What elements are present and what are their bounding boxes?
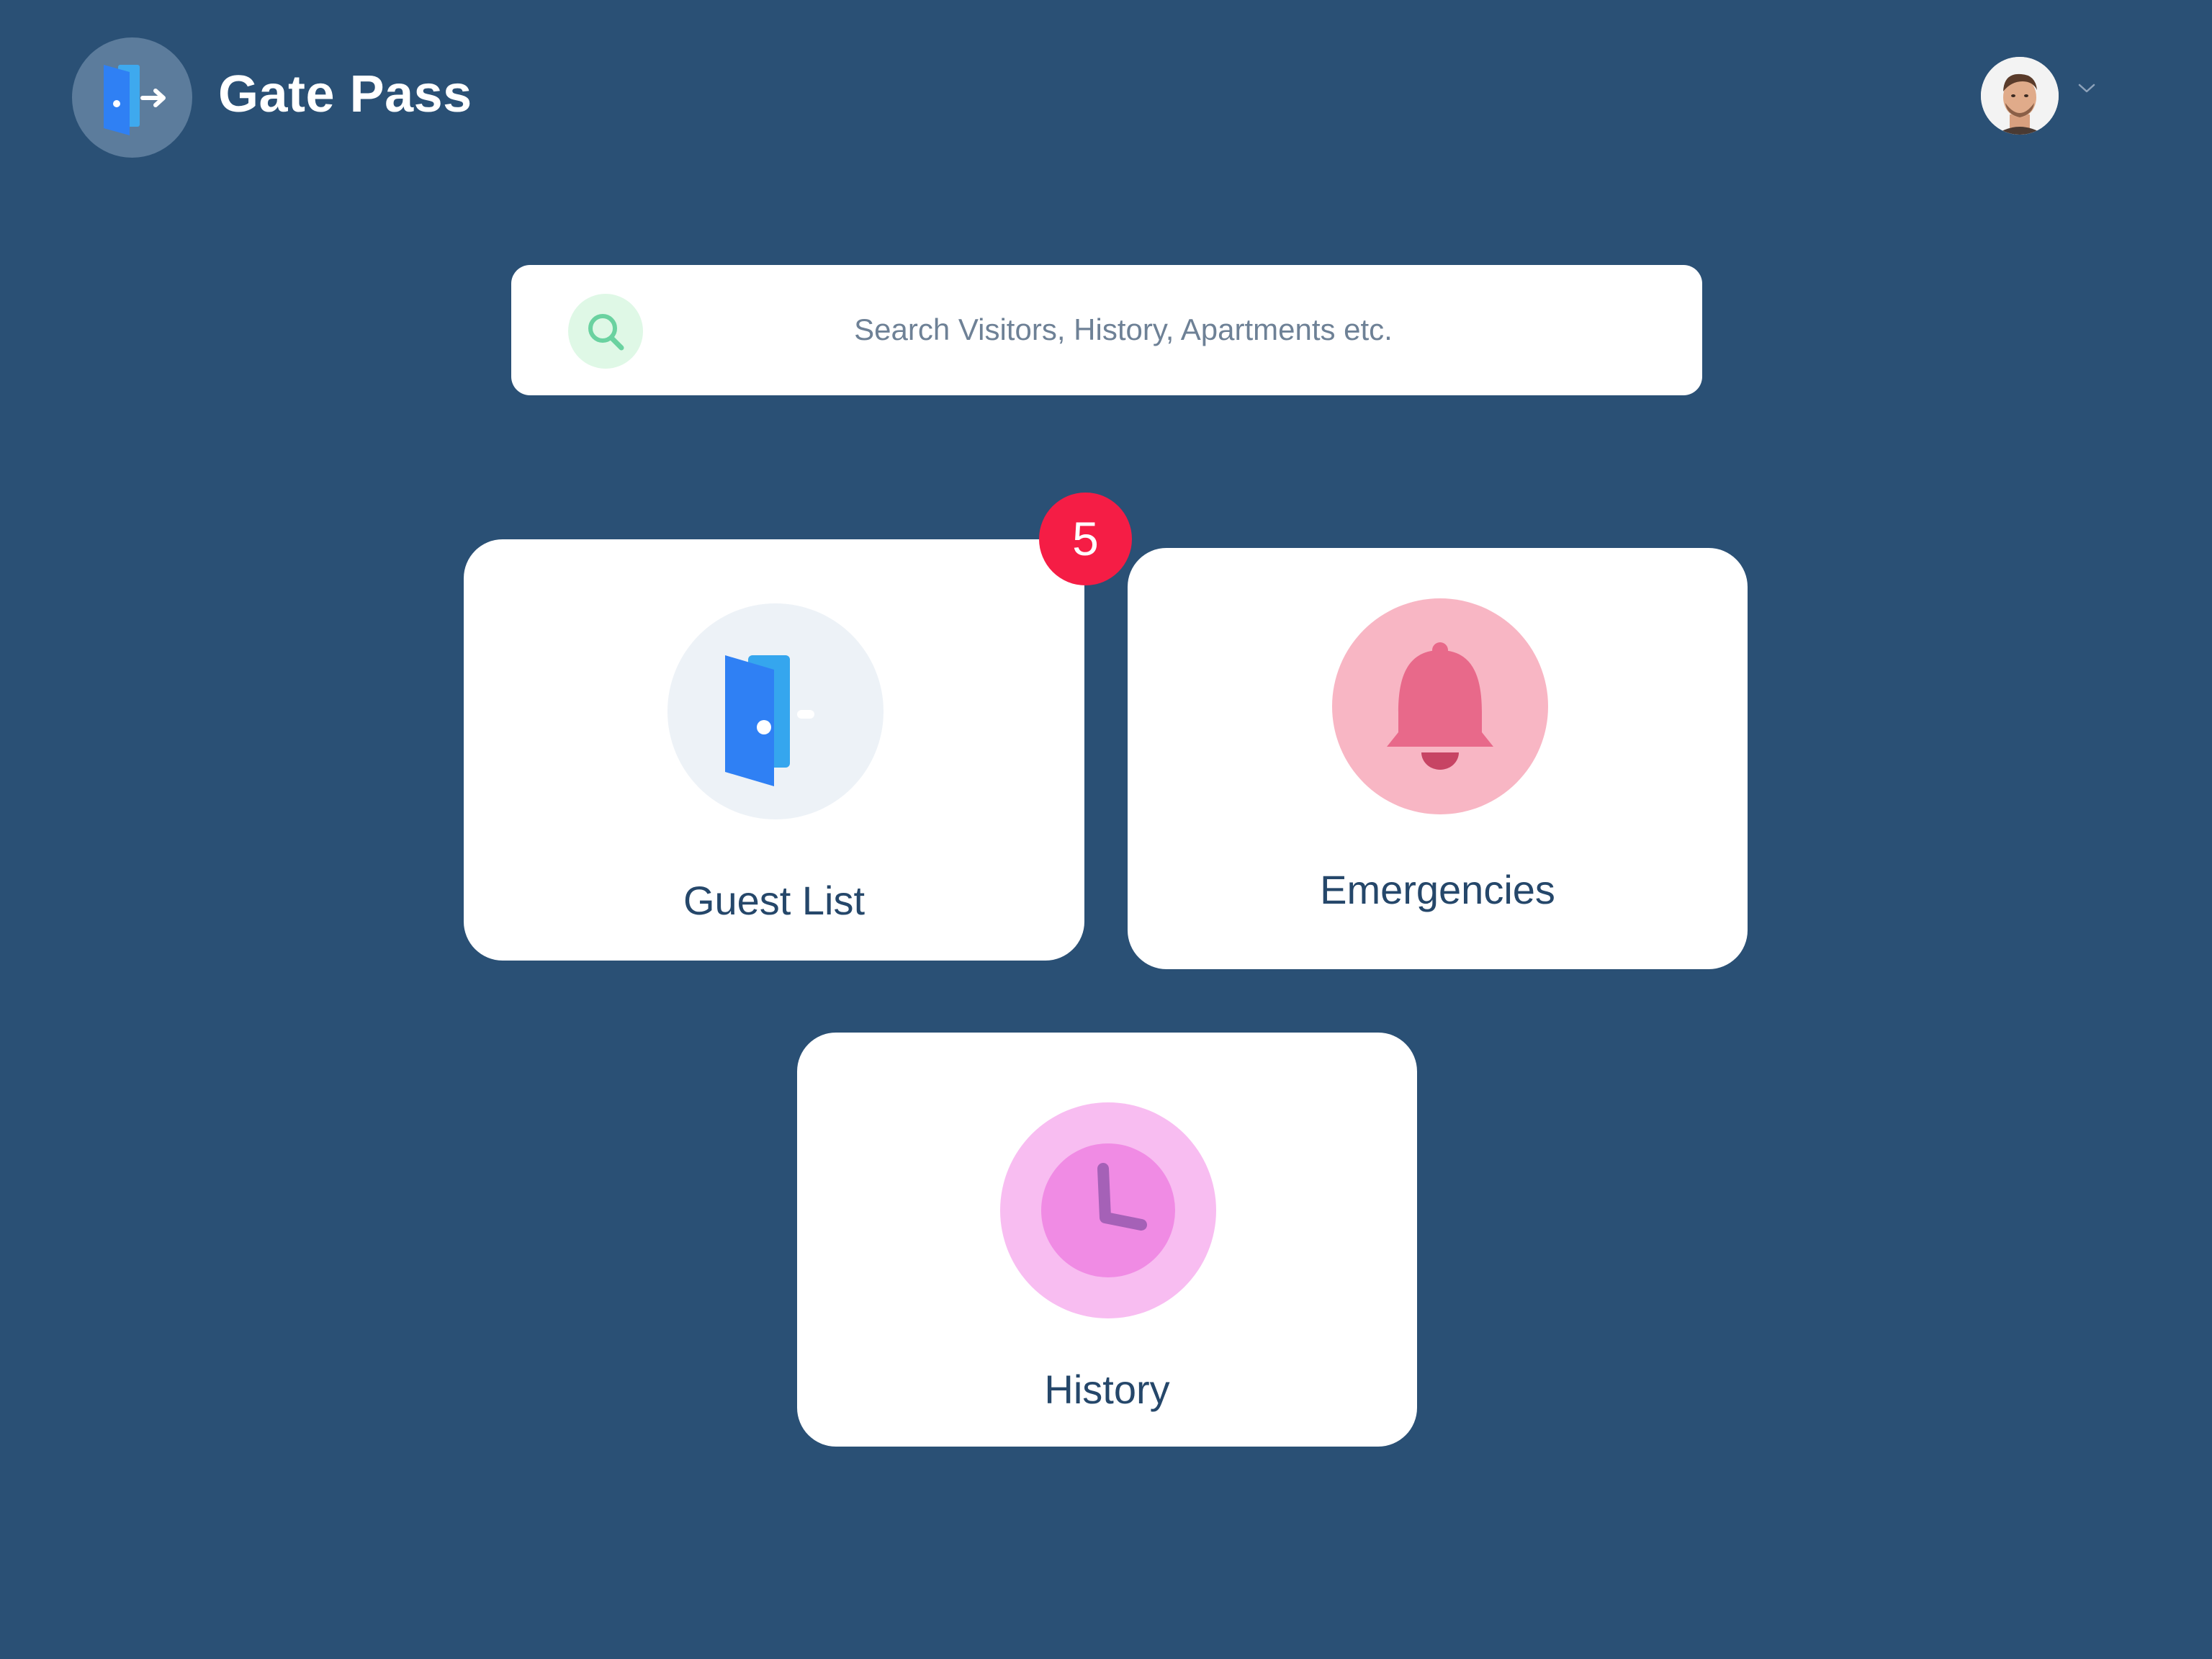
search-input[interactable] — [655, 297, 1591, 363]
user-menu[interactable] — [1977, 54, 2106, 137]
history-card[interactable]: History — [797, 1033, 1417, 1447]
door-exit-icon — [104, 65, 166, 135]
emergencies-label: Emergencies — [1320, 867, 1555, 912]
search-bar[interactable] — [511, 265, 1702, 395]
history-label: History — [1044, 1367, 1170, 1412]
search-icon[interactable] — [568, 294, 643, 369]
app-logo[interactable] — [72, 37, 192, 158]
door-icon — [667, 603, 884, 819]
notification-badge: 5 — [1039, 493, 1132, 585]
clock-icon — [1000, 1102, 1216, 1318]
bell-icon — [1332, 598, 1548, 814]
guest-list-card[interactable]: Guest List — [464, 539, 1084, 961]
chevron-down-icon[interactable] — [2077, 83, 2096, 94]
user-avatar[interactable] — [1981, 57, 2059, 135]
emergencies-card[interactable]: Emergencies — [1128, 548, 1748, 969]
app-title: Gate Pass — [218, 66, 472, 123]
guest-list-label: Guest List — [683, 878, 866, 923]
